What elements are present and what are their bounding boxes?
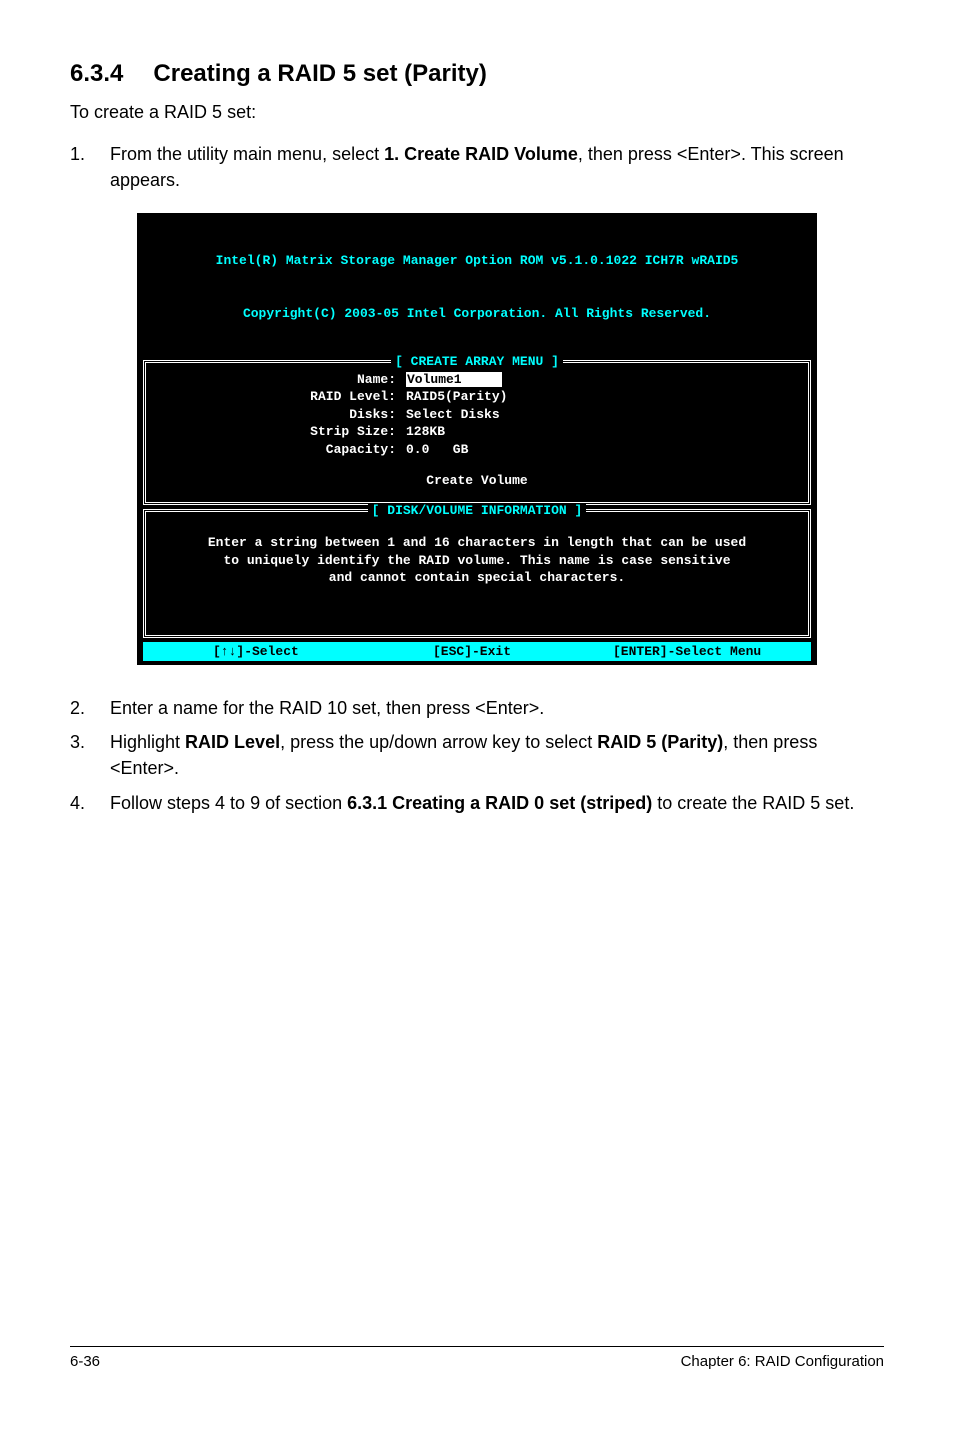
intro-text: To create a RAID 5 set: <box>70 100 884 125</box>
step-number: 2. <box>70 695 110 721</box>
step-number: 4. <box>70 790 110 816</box>
disk-volume-info-label-text: [ DISK/VOLUME INFORMATION ] <box>368 503 587 518</box>
field-capacity-row: Capacity: 0.0 GB <box>156 441 798 459</box>
name-input-highlight[interactable]: Volume1 <box>406 372 502 387</box>
step-text: Enter a name for the RAID 10 set, then p… <box>110 695 884 721</box>
bios-header-line2: Copyright(C) 2003-05 Intel Corporation. … <box>137 305 817 323</box>
step-text: From the utility main menu, select 1. Cr… <box>110 141 884 193</box>
step-text: Highlight RAID Level, press the up/down … <box>110 729 884 781</box>
footer-page-number: 6-36 <box>70 1353 100 1370</box>
step3-bold2: RAID 5 (Parity) <box>597 732 723 752</box>
bios-screen: Intel(R) Matrix Storage Manager Option R… <box>137 213 817 665</box>
disk-volume-info-box: [ DISK/VOLUME INFORMATION ] Enter a stri… <box>143 509 811 638</box>
field-raid-level-label: RAID Level: <box>156 388 406 406</box>
step1-pre: From the utility main menu, select <box>110 144 384 164</box>
field-strip-row: Strip Size: 128KB <box>156 423 798 441</box>
footer-select-hint: [↑↓]-Select <box>153 643 433 661</box>
step-2: 2. Enter a name for the RAID 10 set, the… <box>70 695 884 721</box>
step-3: 3. Highlight RAID Level, press the up/do… <box>70 729 884 781</box>
field-name-label: Name: <box>156 371 406 389</box>
footer-enter-hint: [ENTER]-Select Menu <box>613 643 801 661</box>
step-number: 3. <box>70 729 110 781</box>
create-array-label-text: [ CREATE ARRAY MENU ] <box>391 354 563 369</box>
bios-footer-bar: [↑↓]-Select [ESC]-Exit [ENTER]-Select Me… <box>143 642 811 662</box>
section-number: 6.3.4 <box>70 60 123 88</box>
field-capacity-value[interactable]: 0.0 GB <box>406 441 798 459</box>
step3-pre: Highlight <box>110 732 185 752</box>
step-text: Follow steps 4 to 9 of section 6.3.1 Cre… <box>110 790 884 816</box>
step4-bold1: 6.3.1 Creating a RAID 0 set (striped) <box>347 793 652 813</box>
step-number: 1. <box>70 141 110 193</box>
step4-post: to create the RAID 5 set. <box>652 793 854 813</box>
bios-header: Intel(R) Matrix Storage Manager Option R… <box>137 213 817 359</box>
field-strip-label: Strip Size: <box>156 423 406 441</box>
section-title: Creating a RAID 5 set (Parity) <box>153 60 486 87</box>
step1-bold: 1. Create RAID Volume <box>384 144 578 164</box>
bios-header-line1: Intel(R) Matrix Storage Manager Option R… <box>137 252 817 270</box>
info-help-text: Enter a string between 1 and 16 characte… <box>156 534 798 587</box>
field-capacity-label: Capacity: <box>156 441 406 459</box>
field-raid-level-value[interactable]: RAID5(Parity) <box>406 388 798 406</box>
step-1: 1. From the utility main menu, select 1.… <box>70 141 884 193</box>
field-disks-label: Disks: <box>156 406 406 424</box>
step3-mid: , press the up/down arrow key to select <box>280 732 597 752</box>
step-4: 4. Follow steps 4 to 9 of section 6.3.1 … <box>70 790 884 816</box>
field-disks-row: Disks: Select Disks <box>156 406 798 424</box>
create-volume-button[interactable]: Create Volume <box>156 472 798 490</box>
create-array-box: [ CREATE ARRAY MENU ] Name: Volume1 RAID… <box>143 360 811 505</box>
footer-chapter-title: Chapter 6: RAID Configuration <box>681 1353 884 1370</box>
field-disks-value[interactable]: Select Disks <box>406 406 798 424</box>
page-footer: 6-36 Chapter 6: RAID Configuration <box>70 1346 884 1370</box>
step3-bold1: RAID Level <box>185 732 280 752</box>
field-name-row: Name: Volume1 <box>156 371 798 389</box>
section-heading: 6.3.4 Creating a RAID 5 set (Parity) <box>70 60 884 88</box>
create-array-label: [ CREATE ARRAY MENU ] <box>146 353 808 371</box>
field-raid-level-row: RAID Level: RAID5(Parity) <box>156 388 798 406</box>
footer-exit-hint: [ESC]-Exit <box>433 643 613 661</box>
step4-pre: Follow steps 4 to 9 of section <box>110 793 347 813</box>
disk-volume-info-label: [ DISK/VOLUME INFORMATION ] <box>146 502 808 520</box>
field-name-value[interactable]: Volume1 <box>406 371 798 389</box>
field-strip-value[interactable]: 128KB <box>406 423 798 441</box>
